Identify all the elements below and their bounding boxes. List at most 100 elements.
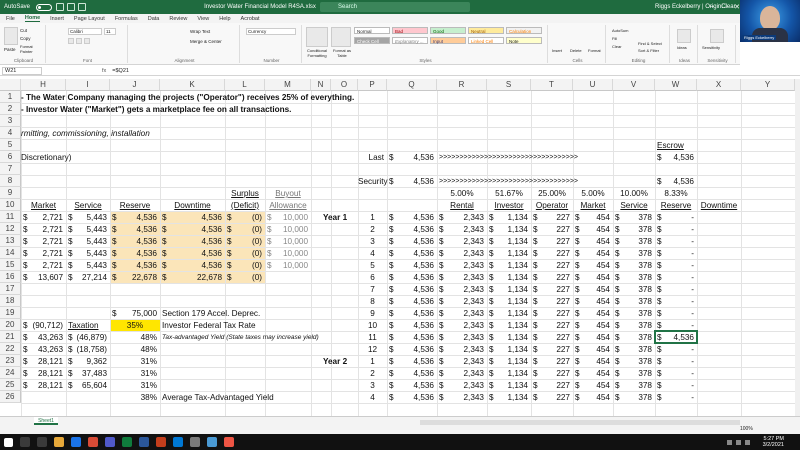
teams-icon[interactable] [105,437,115,447]
delete-cells-button[interactable]: Delete [570,48,582,53]
column-header[interactable]: R [437,79,487,91]
horizontal-scrollbar[interactable] [420,420,740,425]
row-header[interactable]: 2 [0,103,21,115]
clear-button[interactable]: Clear [612,44,622,49]
ribbon-tab[interactable]: Review [169,16,187,22]
spreadsheet-grid[interactable]: H I J K L M N O P Q R S T U V W X Y 1 2 3 4 5 6 7 8 9 10 11 12 13 14 15 1… [0,79,795,416]
powerpoint-icon[interactable] [156,437,166,447]
formula-input[interactable]: =$Q21 [112,68,129,74]
cut-button[interactable]: Cut [20,28,27,33]
maximize-icon[interactable]: □ [722,3,726,11]
column-header[interactable]: I [66,79,110,91]
row-header[interactable]: 24 [0,367,21,379]
row-header[interactable]: 26 [0,391,21,403]
task-view-icon[interactable] [37,437,47,447]
row-header[interactable]: 23 [0,355,21,367]
ideas-button[interactable]: Ideas [677,45,687,50]
row-header[interactable]: 12 [0,223,21,235]
column-header[interactable]: N [311,79,331,91]
undo-icon[interactable] [67,3,76,11]
row-header[interactable]: 7 [0,163,21,175]
style-note[interactable]: Note [506,37,542,44]
system-clock[interactable]: 5:27 PM 3/2/2021 [763,436,784,448]
column-header[interactable]: Q [387,79,437,91]
autosave-toggle[interactable] [36,3,53,11]
row-header[interactable]: 5 [0,139,21,151]
network-icon[interactable] [727,439,732,445]
fx-icon[interactable]: fx [102,68,106,74]
column-header[interactable]: M [265,79,311,91]
file-explorer-icon[interactable] [54,437,64,447]
italic-button[interactable] [76,38,82,44]
style-calculation[interactable]: Calculation [506,27,542,34]
ribbon-tab[interactable]: Page Layout [74,16,105,22]
column-header[interactable]: T [531,79,573,91]
ribbon-tab[interactable]: Data [148,16,160,22]
word-icon[interactable] [139,437,149,447]
font-name-select[interactable]: Calibri [68,28,102,35]
sort-filter-button[interactable]: Sort & Filter [638,48,659,53]
style-input[interactable]: Input [430,37,466,44]
ribbon-tab[interactable]: Insert [50,16,64,22]
row-header[interactable]: 15 [0,259,21,271]
vertical-scrollbar[interactable] [795,79,800,416]
search-box[interactable]: Search [320,2,470,12]
row-header[interactable]: 22 [0,343,21,355]
volume-icon[interactable] [736,439,741,445]
redo-icon[interactable] [78,3,87,11]
paste-button[interactable] [4,27,18,45]
column-header[interactable]: Y [741,79,795,91]
row-header[interactable]: 14 [0,247,21,259]
minimize-icon[interactable]: – [710,3,714,11]
column-header[interactable]: J [110,79,160,91]
bold-button[interactable] [68,38,74,44]
sensitivity-button[interactable]: Sensitivity [702,45,720,50]
column-header[interactable]: W [655,79,697,91]
row-header[interactable]: 6 [0,151,21,163]
style-normal[interactable]: Normal [354,27,390,34]
zoom-level[interactable]: 100% [740,426,753,432]
format-painter-button[interactable]: Format Painter [20,44,45,54]
style-bad[interactable]: Bad [392,27,428,34]
column-header[interactable]: P [358,79,387,91]
windows-start-icon[interactable] [4,437,13,447]
style-neutral[interactable]: Neutral [468,27,504,34]
row-header[interactable]: 1 [0,91,21,103]
row-header[interactable]: 10 [0,199,21,211]
outlook-icon[interactable] [173,437,183,447]
row-header[interactable]: 8 [0,175,21,187]
row-header[interactable]: 18 [0,295,21,307]
number-format-select[interactable]: Currency [246,28,296,35]
fill-button[interactable]: Fill [612,36,617,41]
copy-button[interactable]: Copy [20,36,31,41]
sheet-tab[interactable]: Sheet1 [34,417,58,425]
row-header[interactable]: 20 [0,319,21,331]
ribbon-tab[interactable]: File [6,16,15,22]
select-all-corner[interactable] [0,79,21,91]
save-icon[interactable] [56,3,65,11]
row-header[interactable]: 25 [0,379,21,391]
find-select-button[interactable]: Find & Select [638,41,662,46]
settings-icon[interactable] [190,437,200,447]
app-red-icon[interactable] [88,437,98,447]
excel-icon[interactable] [122,437,132,447]
row-header[interactable]: 21 [0,331,21,343]
battery-icon[interactable] [745,439,750,445]
autosum-button[interactable]: AutoSum [612,28,628,33]
row-header[interactable]: 11 [0,211,21,223]
ribbon-tab[interactable]: Home [24,15,41,22]
browser-icon[interactable] [71,437,81,447]
style-linked-cell[interactable]: Linked Cell [468,37,504,44]
column-header[interactable]: K [160,79,225,91]
column-header[interactable]: X [697,79,741,91]
conditional-formatting-button[interactable] [306,27,328,47]
font-size-select[interactable]: 11 [104,28,116,35]
column-header[interactable]: L [225,79,265,91]
zoom-app-icon[interactable] [207,437,217,447]
search-icon[interactable] [20,437,30,447]
row-header[interactable]: 17 [0,283,21,295]
column-header[interactable]: H [21,79,66,91]
recording-icon[interactable] [224,437,234,447]
column-header[interactable]: U [573,79,613,91]
style-good[interactable]: Good [430,27,466,34]
